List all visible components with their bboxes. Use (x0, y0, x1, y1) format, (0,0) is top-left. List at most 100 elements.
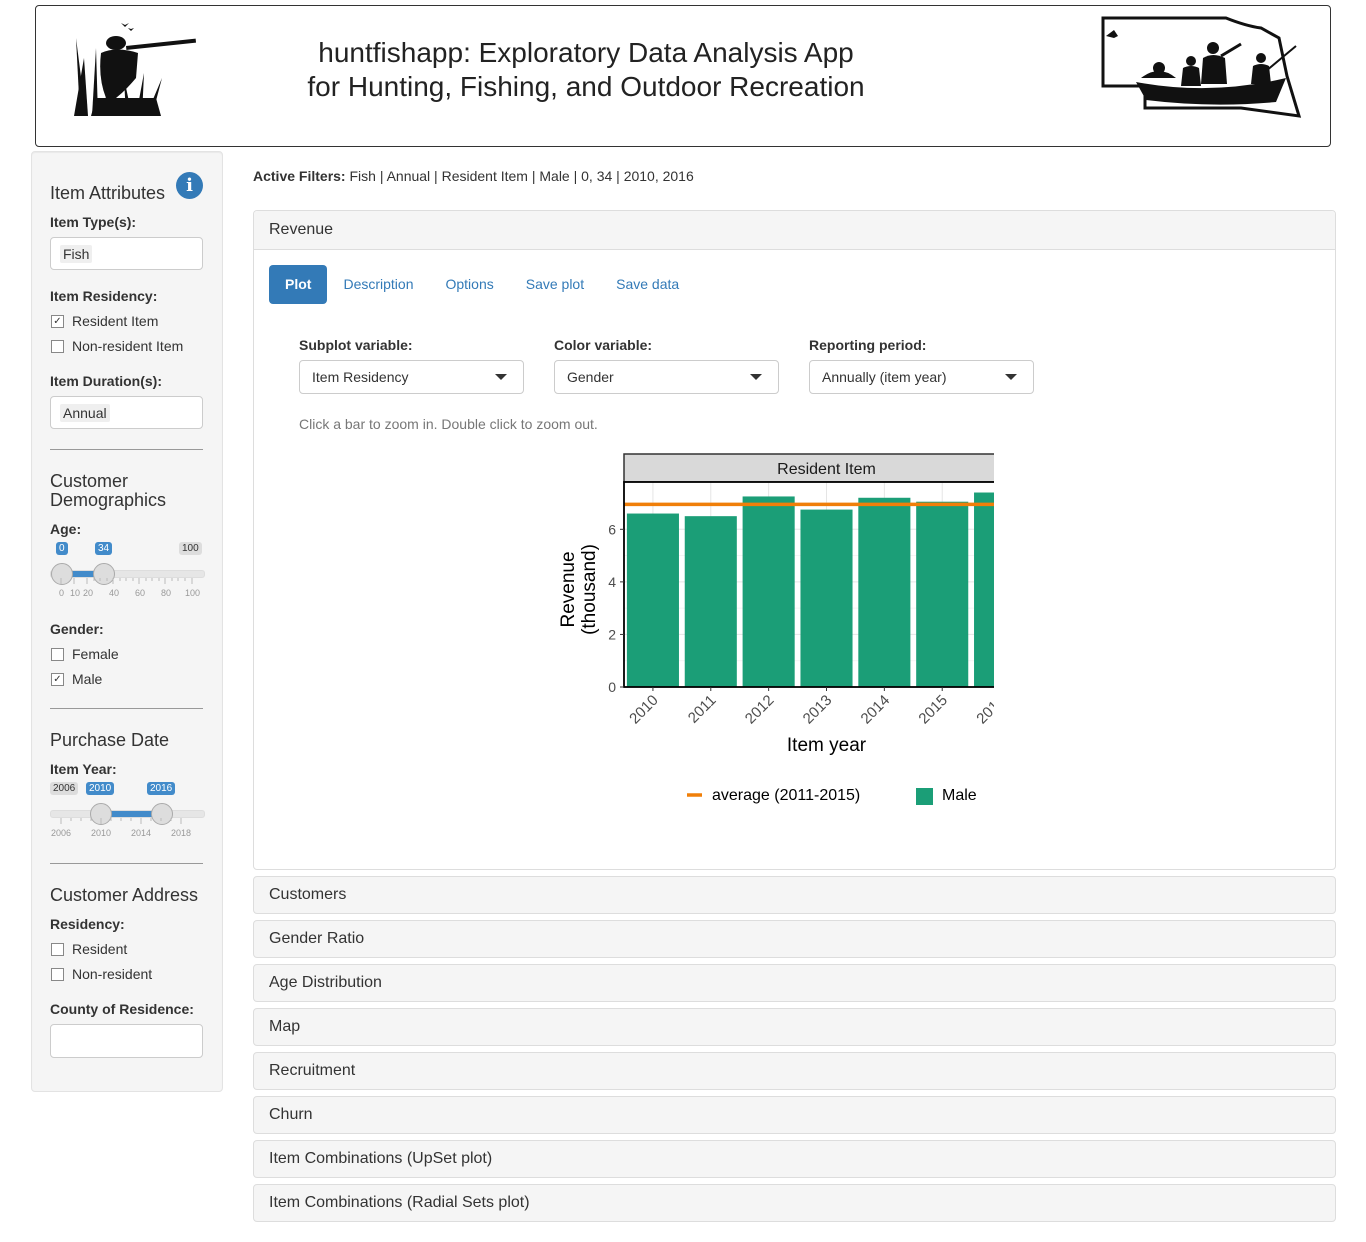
age-label: Age: (50, 521, 82, 537)
item-duration-chip[interactable]: Annual (60, 404, 110, 422)
year-tick-label: 2006 (51, 828, 72, 838)
collapsed-panel-title[interactable]: Churn (269, 1106, 313, 1124)
checkbox-resident-item[interactable]: ✓ Resident Item (51, 313, 158, 329)
y-tick-label: 0 (608, 679, 616, 695)
year-tick-label: 2018 (171, 828, 192, 838)
checkbox-resident[interactable]: Resident (51, 941, 127, 957)
facet-title: Resident Item (777, 461, 876, 478)
collapsed-panel[interactable]: Churn (253, 1096, 1336, 1134)
collapsed-panel[interactable]: Gender Ratio (253, 920, 1336, 958)
age-tick-label: 40 (109, 588, 120, 598)
purchase-date-title: Purchase Date (50, 730, 170, 750)
age-tick-label: 0 (59, 588, 65, 598)
checkbox-unchecked[interactable] (51, 339, 64, 353)
checkbox-unchecked[interactable] (51, 967, 64, 981)
bar (800, 509, 853, 687)
revenue-panel-header[interactable]: Revenue (254, 211, 1335, 250)
collapsed-panel-title[interactable]: Age Distribution (269, 974, 382, 992)
bar (684, 516, 737, 687)
y-tick-label: 4 (608, 574, 616, 590)
caret-down-icon (495, 374, 507, 380)
tab-save-plot[interactable]: Save plot (510, 265, 600, 304)
tab-options[interactable]: Options (429, 265, 509, 304)
county-label: County of Residence: (50, 1001, 194, 1017)
collapsed-panel-title[interactable]: Item Combinations (UpSet plot) (269, 1150, 492, 1168)
color-variable-select[interactable]: Gender (554, 360, 779, 394)
customer-address-title: Customer Address (50, 885, 199, 905)
year-from-label: 2010 (86, 782, 115, 795)
x-tick-label: 2015 (915, 692, 951, 728)
checkbox-nonresident[interactable]: Non-resident (51, 966, 152, 982)
active-filters: Active Filters: Fish | Annual | Resident… (253, 168, 694, 184)
checkbox-female[interactable]: Female (51, 646, 119, 662)
collapsed-panel[interactable]: Map (253, 1008, 1336, 1046)
age-from-label: 0 (56, 542, 68, 555)
nebraska-boat-logo-icon (1101, 16, 1302, 118)
age-slider[interactable]: 0 34 100 0 10 20 40 60 80 100 (50, 542, 205, 604)
subplot-variable-select[interactable]: Item Residency (299, 360, 524, 394)
checkbox-label: Resident Item (72, 313, 159, 329)
collapsed-panel-title[interactable]: Recruitment (269, 1062, 355, 1080)
year-tick-label: 2010 (91, 828, 112, 838)
item-duration-input[interactable]: Annual (50, 396, 203, 429)
x-tick-label: 2011 (685, 692, 720, 727)
active-filters-label: Active Filters: (253, 168, 346, 184)
age-tick-label: 100 (185, 588, 201, 598)
checkbox-label: Resident (72, 941, 128, 957)
reporting-period-label: Reporting period: (809, 337, 927, 353)
legend-male-label: Male (942, 787, 977, 804)
collapsed-panel-title[interactable]: Map (269, 1018, 300, 1036)
slider-grid (60, 578, 193, 584)
item-year-label: Item Year: (50, 761, 117, 777)
info-icon[interactable]: i (176, 172, 203, 199)
item-duration-label: Item Duration(s): (50, 373, 162, 389)
revenue-chart[interactable]: Resident Item 0 2 4 6 2010 2011 2012 2013 2014 201… (554, 451, 994, 811)
revenue-panel-title[interactable]: Revenue (269, 221, 333, 239)
county-input[interactable] (50, 1024, 203, 1058)
collapsed-panel-title[interactable]: Item Combinations (Radial Sets plot) (269, 1194, 530, 1212)
app-title-line1: huntfishapp: Exploratory Data Analysis A… (318, 37, 854, 68)
select-value: Gender (567, 369, 614, 385)
bar (742, 496, 795, 687)
y-tick-label: 2 (608, 626, 616, 642)
collapsed-panel-title[interactable]: Gender Ratio (269, 930, 364, 948)
collapsed-panel[interactable]: Recruitment (253, 1052, 1336, 1090)
tab-description[interactable]: Description (327, 265, 429, 304)
legend-average-label: average (2011-2015) (712, 787, 860, 804)
legend-male-key (916, 788, 933, 805)
collapsed-panel-title[interactable]: Customers (269, 886, 346, 904)
item-types-input[interactable]: Fish (50, 237, 203, 270)
checkbox-nonresident-item[interactable]: Non-resident Item (51, 338, 183, 354)
checkbox-checked[interactable]: ✓ (51, 314, 64, 328)
collapsed-panel[interactable]: Customers (253, 876, 1336, 914)
item-year-slider[interactable]: 2006 2010 2016 2006 2010 2014 2018 (50, 782, 205, 844)
residency-label: Residency: (50, 916, 125, 932)
caret-down-icon (750, 374, 762, 380)
year-tick-label: 2014 (131, 828, 152, 838)
checkbox-unchecked[interactable] (51, 942, 64, 956)
hunter-logo-icon (74, 23, 197, 116)
checkbox-label: Non-resident (72, 966, 153, 982)
x-tick-label: 2010 (626, 692, 662, 728)
bar (858, 497, 911, 687)
tab-save-data[interactable]: Save data (600, 265, 695, 304)
collapsed-panel[interactable]: Age Distribution (253, 964, 1336, 1002)
age-tick-label: 10 (70, 588, 81, 598)
collapsed-panel[interactable]: Item Combinations (UpSet plot) (253, 1140, 1336, 1178)
checkbox-checked[interactable]: ✓ (51, 672, 64, 686)
x-tick-label: 2012 (742, 692, 778, 728)
divider (50, 449, 203, 450)
item-type-chip[interactable]: Fish (60, 245, 93, 263)
item-residency-label: Item Residency: (50, 288, 158, 304)
collapsed-panel[interactable]: Item Combinations (Radial Sets plot) (253, 1184, 1336, 1222)
checkbox-unchecked[interactable] (51, 647, 64, 661)
active-filters-value: Fish | Annual | Resident Item | Male | 0… (349, 168, 694, 184)
x-tick-label: 2013 (800, 692, 836, 728)
app-title-line2: for Hunting, Fishing, and Outdoor Recrea… (307, 71, 865, 102)
revenue-tabs: Plot Description Options Save plot Save … (269, 265, 695, 304)
tab-plot[interactable]: Plot (269, 265, 328, 304)
checkbox-male[interactable]: ✓ Male (51, 671, 102, 687)
reporting-period-select[interactable]: Annually (item year) (809, 360, 1034, 394)
divider (50, 708, 203, 709)
year-to-label: 2016 (147, 782, 176, 795)
